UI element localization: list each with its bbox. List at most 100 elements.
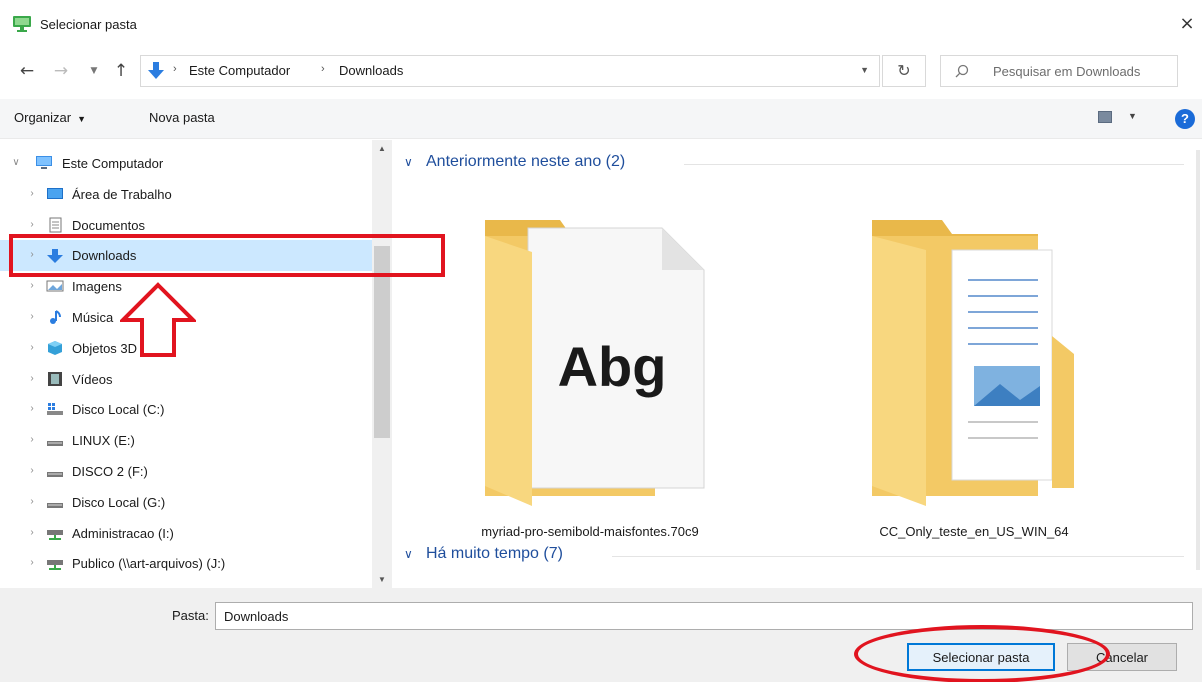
breadcrumb-este-computador[interactable]: Este Computador [189,63,290,78]
group-divider [612,556,1184,557]
highlight-rectangle [9,234,445,277]
group-divider [684,164,1184,165]
view-options-icon[interactable] [1098,111,1112,123]
downloads-icon [148,62,164,79]
windows-drive-icon [46,401,64,417]
tree-item[interactable]: › LINUX (E:) [0,425,372,456]
tree-item-label: Disco Local (G:) [72,494,166,510]
tree-item-label: Disco Local (C:) [72,402,165,418]
chevron-down-icon: ▼ [77,114,86,124]
organize-label: Organizar [14,110,72,125]
tree-item[interactable]: › Publico (\\art-arquivos) (J:) [0,548,372,579]
tree-item-label: LINUX (E:) [72,433,135,449]
back-arrow-icon[interactable]: ← [14,58,40,84]
font-folder-icon: Abg [485,220,705,506]
refresh-icon[interactable]: ↻ [882,55,926,87]
content-scrollbar[interactable] [1194,140,1202,588]
breadcrumb-downloads[interactable]: Downloads [339,63,403,78]
network-drive-icon [46,555,64,571]
chevron-right-icon[interactable]: › [26,188,38,199]
tree-item[interactable]: › Área de Trabalho [0,179,372,210]
tree-item-label: DISCO 2 (F:) [72,464,148,479]
tree-item[interactable]: › Disco Local (C:) [0,394,372,425]
file-tile[interactable]: Abg myriad-pro-semibold-maisfontes.70c9 [440,206,740,546]
chevron-right-icon[interactable]: › [26,219,38,230]
up-arrow-annotation [120,282,196,357]
recent-locations-chevron-icon[interactable]: ▼ [84,58,104,84]
close-button[interactable]: × [1172,10,1202,38]
folder-picker-icon [13,16,31,32]
drive-icon [46,432,64,448]
group-label: Anteriormente neste ano (2) [426,153,626,170]
tree-item-label: Este Computador [62,156,164,171]
tree-item-label: Documentos [72,217,145,233]
chevron-down-icon[interactable]: ▼ [1128,111,1137,121]
tree-item-label: Publico (\\art-arquivos) (J:) [72,556,226,572]
group-label: Há muito tempo (7) [426,545,563,562]
file-name: CC_Only_teste_en_US_WIN_64 [879,524,1069,539]
chevron-down-icon: ∨ [404,155,413,169]
organize-button[interactable]: Organizar ▼ [14,110,86,125]
folder-field-label: Pasta: [172,608,209,623]
tree-item-label: Vídeos [72,371,113,387]
computer-icon [34,155,52,171]
tree-item[interactable]: › Vídeos [0,364,372,395]
videos-icon [46,371,64,387]
breadcrumb-separator: › [321,63,325,75]
font-preview-text: Abg [558,335,667,398]
chevron-right-icon[interactable]: › [26,527,38,538]
tree-item[interactable]: ∨ Este Computador [0,148,372,179]
chevron-right-icon[interactable]: › [26,496,38,507]
forward-arrow-icon[interactable]: → [48,58,74,84]
chevron-right-icon[interactable]: › [26,373,38,384]
scroll-down-icon[interactable]: ▼ [372,575,392,584]
tree-item-label: Música [72,310,114,325]
drive-icon [46,463,64,479]
group-header-long-ago[interactable]: ∨ Há muito tempo (7) [404,544,1184,568]
navigation-pane[interactable]: ∨ Este Computador › Área de Trabalho › Docume… [0,140,394,588]
up-arrow-icon[interactable]: ↑ [108,58,134,84]
chevron-down-icon: ∨ [404,547,413,561]
breadcrumb-separator: › [173,63,177,75]
chevron-right-icon[interactable]: › [26,557,38,568]
address-dropdown-icon[interactable]: ▼ [860,65,869,75]
search-icon [955,64,969,78]
chevron-right-icon[interactable]: › [26,311,38,322]
file-tile[interactable]: CC_Only_teste_en_US_WIN_64 [824,206,1124,546]
desktop-icon [46,186,64,202]
title-bar: Selecionar pasta × [0,0,1202,44]
chevron-right-icon[interactable]: › [26,465,38,476]
group-header-this-year[interactable]: ∨ Anteriormente neste ano (2) [404,152,1184,176]
new-folder-button[interactable]: Nova pasta [149,110,215,125]
network-drive-icon [46,525,64,541]
chevron-right-icon[interactable]: › [26,280,38,291]
chevron-right-icon[interactable]: › [26,403,38,414]
folder-input[interactable] [215,602,1193,630]
drive-icon [46,494,64,510]
scrollbar-thumb[interactable] [1196,150,1200,570]
tree-item[interactable]: › Disco Local (G:) [0,487,372,518]
chevron-right-icon[interactable]: › [26,342,38,353]
tree-item-label: Administracao (I:) [72,525,174,541]
address-bar[interactable]: › Este Computador › Downloads ▼ [140,55,880,87]
tree-item[interactable]: › DISCO 2 (F:) [0,456,372,487]
chevron-down-icon[interactable]: ∨ [10,157,22,168]
navigation-scrollbar[interactable]: ▲ ▼ [372,140,392,588]
music-icon [46,309,64,325]
file-name: myriad-pro-semibold-maisfontes.70c9 [481,524,699,539]
help-icon[interactable]: ? [1175,109,1195,129]
address-row: ← → ▼ ↑ › Este Computador › Downloads ▼ … [0,54,1202,88]
command-bar: Organizar ▼ Nova pasta ▼ ? [0,99,1202,139]
search-input[interactable]: Pesquisar em Downloads [940,55,1178,87]
tree-item-label: Área de Trabalho [72,186,172,202]
tree-item[interactable]: › Administracao (I:) [0,518,372,549]
tree-item-label: Imagens [72,279,122,295]
file-view[interactable]: ∨ Anteriormente neste ano (2) Abg myriad… [394,140,1202,588]
pictures-icon [46,278,64,294]
documents-icon [46,217,64,233]
window-title: Selecionar pasta [40,17,137,32]
chevron-right-icon[interactable]: › [26,434,38,445]
search-placeholder: Pesquisar em Downloads [993,64,1141,79]
documents-folder-icon [872,220,1074,506]
scroll-up-icon[interactable]: ▲ [372,144,392,153]
